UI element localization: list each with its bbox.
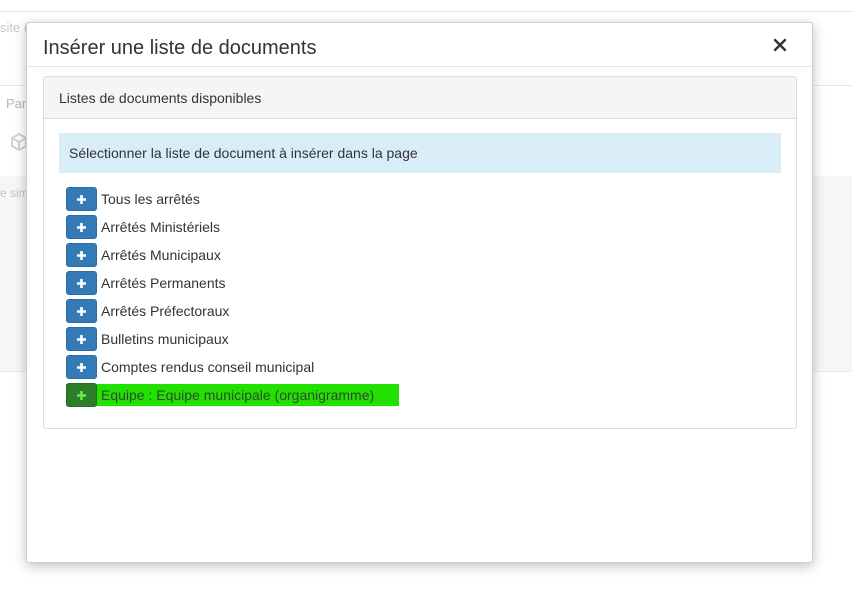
list-item-label[interactable]: Equipe : Equipe municipale (organigramme… — [101, 387, 374, 403]
background-divider — [0, 11, 852, 12]
close-icon[interactable] — [772, 37, 788, 53]
list-item[interactable]: Arrêtés Municipaux — [66, 241, 406, 269]
plus-icon — [77, 194, 86, 204]
list-item-label[interactable]: Arrêtés Préfectoraux — [101, 303, 229, 319]
list-item[interactable]: Bulletins municipaux — [66, 325, 406, 353]
insert-document-list-modal: Insérer une liste de documents Listes de… — [26, 22, 813, 563]
list-item-label[interactable]: Arrêtés Municipaux — [101, 247, 221, 263]
plus-icon — [77, 306, 86, 316]
plus-icon — [77, 334, 86, 344]
add-list-button[interactable] — [66, 187, 97, 211]
plus-icon — [77, 250, 86, 260]
panel-heading: Listes de documents disponibles — [44, 77, 796, 119]
document-lists-panel: Listes de documents disponibles Sélectio… — [43, 76, 797, 429]
list-item[interactable]: Tous les arrêtés — [66, 185, 406, 213]
list-item-label[interactable]: Arrêtés Ministériels — [101, 219, 220, 235]
background-text: e sim — [0, 186, 29, 200]
plus-icon — [77, 362, 86, 372]
modal-header: Insérer une liste de documents — [27, 23, 812, 67]
add-list-button[interactable] — [66, 299, 97, 323]
add-list-button[interactable] — [66, 327, 97, 351]
add-list-button[interactable] — [66, 355, 97, 379]
document-list: Tous les arrêtés Arrêtés Ministériels Ar… — [66, 185, 406, 409]
list-item-label[interactable]: Comptes rendus conseil municipal — [101, 359, 314, 375]
list-item[interactable]: Arrêtés Préfectoraux — [66, 297, 406, 325]
list-item[interactable]: Arrêtés Permanents — [66, 269, 406, 297]
plus-icon — [77, 390, 86, 400]
plus-icon — [77, 222, 86, 232]
list-item[interactable]: Comptes rendus conseil municipal — [66, 353, 406, 381]
list-item-highlighted[interactable]: Equipe : Equipe municipale (organigramme… — [66, 381, 406, 409]
background-tab: Par — [6, 96, 27, 111]
modal-title: Insérer une liste de documents — [43, 37, 317, 59]
add-list-button[interactable] — [66, 243, 97, 267]
list-item-label[interactable]: Tous les arrêtés — [101, 191, 200, 207]
add-list-button[interactable] — [66, 271, 97, 295]
list-item-label[interactable]: Arrêtés Permanents — [101, 275, 226, 291]
plus-icon — [77, 278, 86, 288]
add-list-button[interactable] — [66, 383, 97, 407]
list-item-label[interactable]: Bulletins municipaux — [101, 331, 229, 347]
list-item[interactable]: Arrêtés Ministériels — [66, 213, 406, 241]
info-alert: Sélectionner la liste de document à insé… — [59, 133, 781, 173]
add-list-button[interactable] — [66, 215, 97, 239]
